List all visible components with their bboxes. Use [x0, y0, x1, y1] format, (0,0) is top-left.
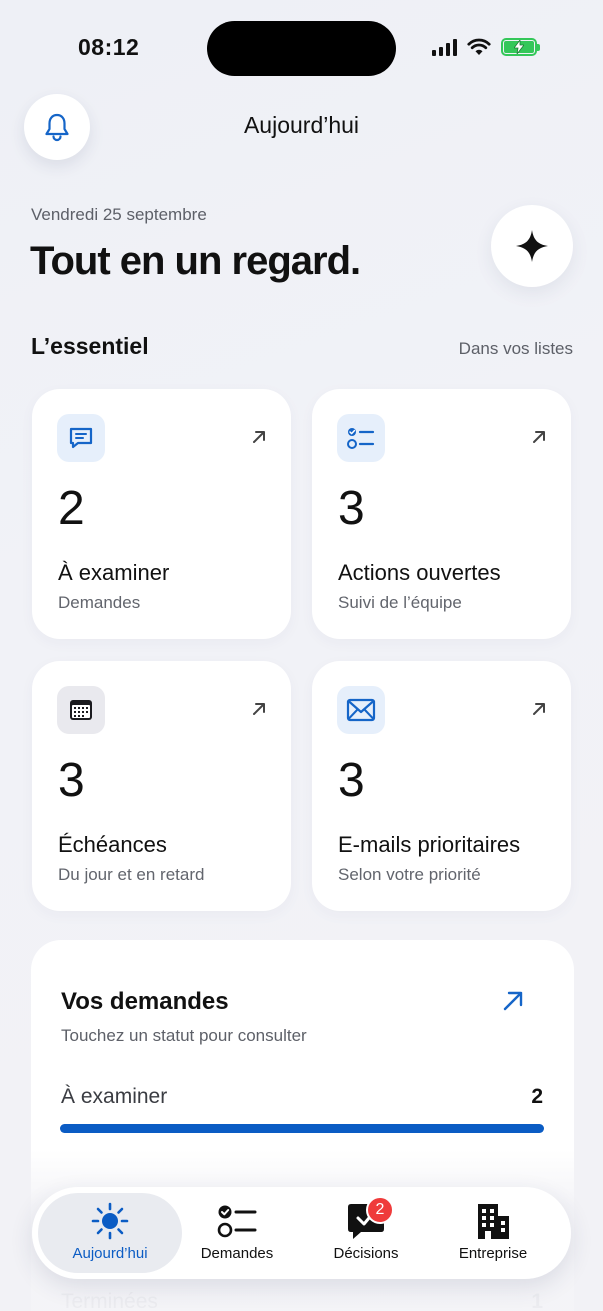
tab-label: Entreprise	[458, 1245, 528, 1262]
requests-title: Vos demandes	[61, 988, 229, 1015]
current-date: Vendredi 25 septembre	[31, 205, 207, 224]
section-link[interactable]: Dans vos listes	[459, 339, 573, 359]
arrow-up-right-icon	[253, 703, 265, 715]
card-subtitle: Suivi de l’équipe	[338, 593, 462, 612]
tab-label: Demandes	[200, 1245, 274, 1262]
status-bar: 08:12	[0, 0, 603, 96]
status-row-label[interactable]: Terminées	[61, 1290, 158, 1311]
status-progress-bar	[60, 1124, 544, 1133]
tab-entreprise[interactable]: Entreprise	[430, 1193, 556, 1273]
checklist-icon	[347, 428, 375, 449]
card-label: E-mails prioritaires	[338, 832, 521, 857]
card-count: 2	[58, 482, 85, 535]
cellular-signal-icon	[432, 38, 457, 56]
card-a-examiner[interactable]: 2 À examiner Demandes	[32, 389, 291, 639]
card-count: 3	[58, 754, 85, 807]
card-icon-box	[57, 686, 105, 734]
calendar-icon	[70, 700, 92, 720]
requests-subtitle: Touchez un statut pour consulter	[61, 1026, 307, 1045]
card-count: 3	[338, 482, 365, 535]
card-subtitle: Demandes	[58, 593, 141, 612]
headline: Tout en un regard.	[30, 239, 361, 283]
status-row-label[interactable]: À examiner	[61, 1085, 167, 1109]
arrow-up-right-icon	[533, 431, 545, 443]
tab-label: Aujourd’hui	[72, 1245, 148, 1262]
sparkle-icon	[516, 230, 548, 262]
tab-bar: Aujourd’hui Demandes Décisions 2 Entrepr…	[32, 1187, 571, 1279]
card-icon-box	[337, 414, 385, 462]
status-time: 08:12	[78, 34, 140, 60]
status-row-count: 1	[531, 1290, 543, 1311]
ai-assistant-button[interactable]	[491, 205, 573, 287]
notification-badge: 2	[366, 1196, 394, 1224]
card-echeances[interactable]: 3 Échéances Du jour et en retard	[32, 661, 291, 911]
arrow-up-right-icon	[533, 703, 545, 715]
checklist-icon	[217, 1205, 257, 1238]
card-count: 3	[338, 754, 365, 807]
card-label: À examiner	[58, 560, 170, 585]
sun-icon	[91, 1202, 129, 1240]
tab-label: Décisions	[333, 1245, 399, 1262]
tab-decisions[interactable]: Décisions 2	[304, 1193, 428, 1273]
card-label: Échéances	[58, 832, 167, 857]
card-icon-box	[57, 414, 105, 462]
status-icons	[432, 38, 540, 56]
open-requests-arrow-icon[interactable]	[502, 990, 524, 1012]
section-title: L’essentiel	[31, 333, 149, 359]
tab-demandes[interactable]: Demandes	[172, 1193, 302, 1273]
chat-icon	[69, 427, 93, 449]
battery-charging-icon	[501, 38, 540, 56]
card-icon-box	[337, 686, 385, 734]
page-title: Aujourd’hui	[243, 112, 360, 138]
card-subtitle: Du jour et en retard	[58, 865, 205, 884]
status-row-count: 2	[531, 1085, 543, 1108]
card-label: Actions ouvertes	[338, 560, 501, 585]
tab-aujourdhui[interactable]: Aujourd’hui	[38, 1193, 182, 1273]
card-emails-prioritaires[interactable]: 3 E-mails prioritaires Selon votre prior…	[312, 661, 571, 911]
building-icon	[478, 1204, 509, 1239]
card-actions-ouvertes[interactable]: 3 Actions ouvertes Suivi de l’équipe	[312, 389, 571, 639]
dynamic-island	[207, 21, 396, 76]
arrow-up-right-icon	[253, 431, 265, 443]
wifi-icon	[467, 38, 491, 55]
top-header: Aujourd’hui	[0, 94, 603, 160]
mail-icon	[346, 698, 376, 722]
card-subtitle: Selon votre priorité	[338, 865, 481, 884]
